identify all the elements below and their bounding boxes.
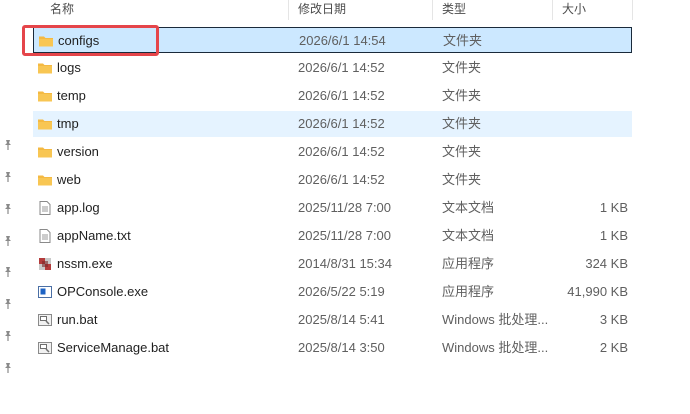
file-name: run.bat bbox=[57, 312, 98, 327]
file-size: 3 KB bbox=[599, 312, 628, 327]
batch-file-icon bbox=[37, 340, 53, 356]
file-size: 1 KB bbox=[599, 200, 628, 215]
file-row[interactable]: tmp 2026/6/1 14:52 文件夹 bbox=[33, 111, 632, 137]
file-size bbox=[548, 111, 628, 137]
file-type: 应用程序 bbox=[442, 256, 495, 271]
file-type: 文件夹 bbox=[442, 60, 482, 75]
file-type: 文件夹 bbox=[442, 88, 482, 103]
file-name: version bbox=[57, 144, 99, 159]
file-size: 1 KB bbox=[599, 228, 628, 243]
file-row[interactable]: nssm.exe 2014/8/31 15:34 应用程序 324 KB bbox=[33, 251, 632, 277]
file-row[interactable]: version 2026/6/1 14:52 文件夹 bbox=[33, 139, 632, 165]
file-type: Windows 批处理... bbox=[442, 340, 549, 355]
file-modified: 2025/11/28 7:00 bbox=[298, 228, 392, 243]
file-modified: 2026/5/22 5:19 bbox=[298, 284, 385, 299]
file-row[interactable]: app.log 2025/11/28 7:00 文本文档 1 KB bbox=[33, 195, 632, 221]
file-row[interactable]: temp 2026/6/1 14:52 文件夹 bbox=[33, 83, 632, 109]
file-type: 文本文档 bbox=[442, 200, 495, 215]
file-size: 324 KB bbox=[585, 256, 628, 271]
file-size bbox=[547, 28, 627, 54]
file-type: 文件夹 bbox=[442, 116, 482, 131]
file-modified: 2026/6/1 14:54 bbox=[299, 33, 386, 48]
folder-icon bbox=[37, 116, 53, 132]
file-name: tmp bbox=[57, 116, 79, 131]
file-row[interactable]: run.bat 2025/8/14 5:41 Windows 批处理... 3 KB bbox=[33, 307, 632, 333]
file-modified: 2025/11/28 7:00 bbox=[298, 200, 392, 215]
file-row[interactable]: ServiceManage.bat 2025/8/14 3:50 Windows 批… bbox=[33, 335, 632, 361]
file-list: configs 2026/6/1 14:54 文件夹 logs 2026/6/1 14:… bbox=[0, 0, 690, 414]
folder-icon bbox=[37, 88, 53, 104]
folder-icon bbox=[37, 60, 53, 76]
folder-icon bbox=[37, 144, 53, 160]
file-modified: 2026/6/1 14:52 bbox=[298, 88, 385, 103]
file-name: ServiceManage.bat bbox=[57, 340, 170, 355]
file-name: app.log bbox=[57, 200, 100, 215]
file-type: 文件夹 bbox=[443, 33, 483, 48]
file-modified: 2026/6/1 14:52 bbox=[298, 116, 385, 131]
batch-file-icon bbox=[37, 312, 53, 328]
file-name: appName.txt bbox=[57, 228, 131, 243]
file-modified: 2025/8/14 3:50 bbox=[298, 340, 385, 355]
nssm-app-icon bbox=[37, 256, 53, 272]
text-file-icon bbox=[37, 200, 53, 216]
file-type: 文本文档 bbox=[442, 228, 495, 243]
file-modified: 2026/6/1 14:52 bbox=[298, 144, 385, 159]
file-row[interactable]: appName.txt 2025/11/28 7:00 文本文档 1 KB bbox=[33, 223, 632, 249]
file-row[interactable]: logs 2026/6/1 14:52 文件夹 bbox=[33, 55, 632, 81]
file-size bbox=[548, 167, 628, 193]
folder-icon bbox=[37, 172, 53, 188]
annotation-highlight-box bbox=[22, 25, 159, 56]
file-size bbox=[548, 139, 628, 165]
file-size: 41,990 KB bbox=[567, 284, 628, 299]
file-size: 2 KB bbox=[599, 340, 628, 355]
file-name: OPConsole.exe bbox=[57, 284, 149, 299]
file-modified: 2026/6/1 14:52 bbox=[298, 172, 385, 187]
file-name: logs bbox=[57, 60, 81, 75]
file-modified: 2025/8/14 5:41 bbox=[298, 312, 385, 327]
file-type: 文件夹 bbox=[442, 172, 482, 187]
file-name: web bbox=[57, 172, 81, 187]
file-type: 文件夹 bbox=[442, 144, 482, 159]
file-type: Windows 批处理... bbox=[442, 312, 549, 327]
file-size bbox=[548, 55, 628, 81]
file-modified: 2026/6/1 14:52 bbox=[298, 60, 385, 75]
text-file-icon bbox=[37, 228, 53, 244]
file-name: temp bbox=[57, 88, 86, 103]
file-row[interactable]: web 2026/6/1 14:52 文件夹 bbox=[33, 167, 632, 193]
file-name: nssm.exe bbox=[57, 256, 113, 271]
file-row[interactable]: OPConsole.exe 2026/5/22 5:19 应用程序 41,990 KB bbox=[33, 279, 632, 305]
console-app-icon bbox=[37, 284, 53, 300]
file-modified: 2014/8/31 15:34 bbox=[298, 256, 392, 271]
file-type: 应用程序 bbox=[442, 284, 495, 299]
file-size bbox=[548, 83, 628, 109]
